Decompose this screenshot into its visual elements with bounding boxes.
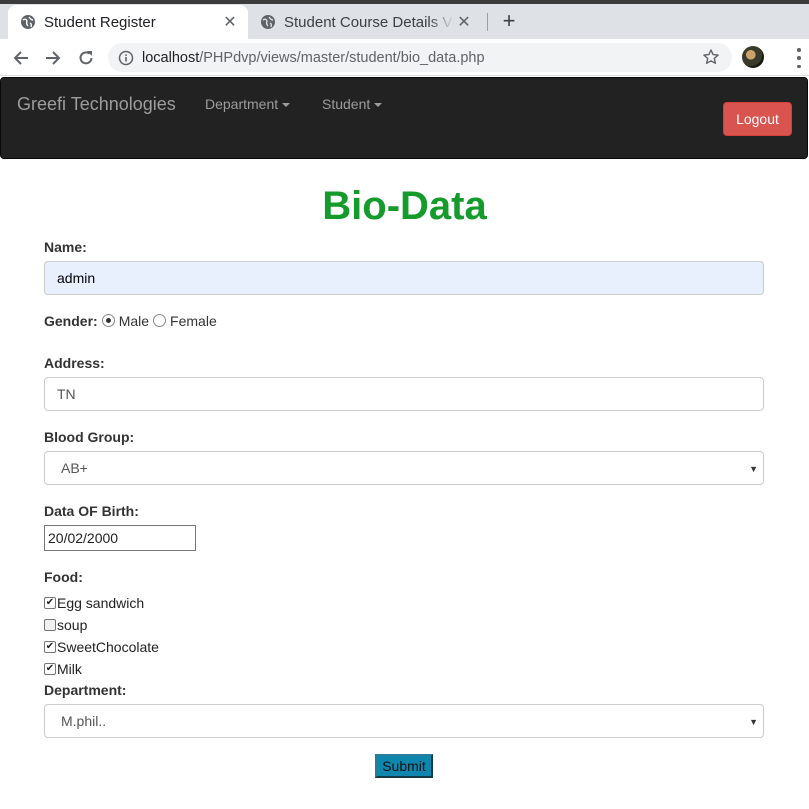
dob-input[interactable]: 20/02/2000 (44, 525, 196, 551)
department-label: Department: (44, 682, 127, 698)
gender-female-label: Female (170, 313, 217, 329)
globe-icon (260, 14, 276, 30)
dob-label: Data OF Birth: (44, 503, 139, 519)
new-tab-button[interactable]: + (498, 8, 520, 33)
gender-male-radio[interactable] (101, 313, 115, 327)
department-value: M.phil.. (61, 713, 107, 729)
window-top-edge (0, 0, 809, 4)
submit-button[interactable]: Submit (375, 754, 433, 778)
department-menu-label: Department (205, 96, 279, 112)
food-item-label: Egg sandwich (57, 595, 145, 611)
close-tab-icon[interactable]: ✕ (454, 12, 474, 32)
info-icon[interactable] (118, 50, 134, 66)
department-menu[interactable]: Department (205, 96, 291, 112)
tab-student-register[interactable]: Student Register ✕ (8, 5, 248, 39)
gender-label: Gender: (44, 313, 98, 329)
back-arrow-icon[interactable] (8, 45, 34, 71)
food-item-label: SweetChocolate (57, 639, 159, 655)
food-item-soup[interactable]: soup (44, 617, 87, 633)
address-input[interactable]: TN (44, 377, 764, 411)
name-label: Name: (44, 239, 87, 255)
url-path: /PHPdvp/views/master/student/bio_data.ph… (199, 49, 485, 66)
checkbox-unchecked[interactable] (44, 619, 56, 631)
address-bar[interactable]: localhost/PHPdvp/views/master/student/bi… (108, 43, 732, 72)
department-select[interactable]: M.phil.. ▼ (44, 704, 764, 738)
food-item-egg-sandwich[interactable]: ✔ Egg sandwich (44, 595, 144, 611)
checkbox-checked[interactable]: ✔ (44, 597, 56, 609)
browser-tab-strip: Student Register ✕ Student Course Detail… (0, 0, 809, 39)
tab-separator (487, 13, 488, 31)
reload-icon[interactable] (73, 45, 99, 71)
chevron-down-icon (282, 103, 291, 108)
logout-button[interactable]: Logout (723, 102, 792, 136)
forward-arrow-icon[interactable] (40, 45, 66, 71)
url-host: localhost (142, 49, 200, 66)
page-title: Bio-Data (322, 184, 487, 228)
food-item-milk[interactable]: ✔ Milk (44, 661, 82, 677)
food-item-label: Milk (57, 661, 82, 677)
blood-group-value: AB+ (61, 460, 88, 476)
student-menu[interactable]: Student (322, 96, 383, 112)
browser-toolbar: localhost/PHPdvp/views/master/student/bi… (0, 39, 809, 76)
gender-female-radio[interactable] (153, 313, 167, 327)
app-navbar: Greefi Technologies Department Student L… (0, 77, 808, 159)
address-label: Address: (44, 355, 105, 371)
chevron-down-icon: ▼ (749, 717, 758, 727)
bookmark-star-icon[interactable] (702, 48, 720, 66)
kebab-menu-icon[interactable] (796, 48, 802, 68)
student-menu-label: Student (322, 96, 371, 112)
blood-group-label: Blood Group: (44, 429, 135, 445)
food-item-label: soup (57, 617, 88, 633)
profile-avatar[interactable] (742, 46, 764, 68)
chevron-down-icon: ▼ (749, 464, 758, 474)
brand-link[interactable]: Greefi Technologies (17, 94, 176, 115)
checkbox-checked[interactable]: ✔ (44, 663, 56, 675)
food-label: Food: (44, 569, 83, 585)
tab-student-course-details[interactable]: Student Course Details View ✕ (250, 5, 482, 39)
food-item-sweetchocolate[interactable]: ✔ SweetChocolate (44, 639, 159, 655)
globe-icon (20, 14, 36, 30)
checkbox-checked[interactable]: ✔ (44, 641, 56, 653)
name-input[interactable]: admin (44, 261, 764, 295)
blood-group-select[interactable]: AB+ ▼ (44, 451, 764, 485)
close-tab-icon[interactable]: ✕ (220, 12, 240, 32)
tab-title: Student Course Details View (284, 13, 454, 31)
tab-title: Student Register (44, 13, 156, 31)
gender-male-label: Male (118, 313, 150, 329)
gender-group: Gender: Male Female (44, 313, 217, 329)
chevron-down-icon (374, 103, 383, 108)
